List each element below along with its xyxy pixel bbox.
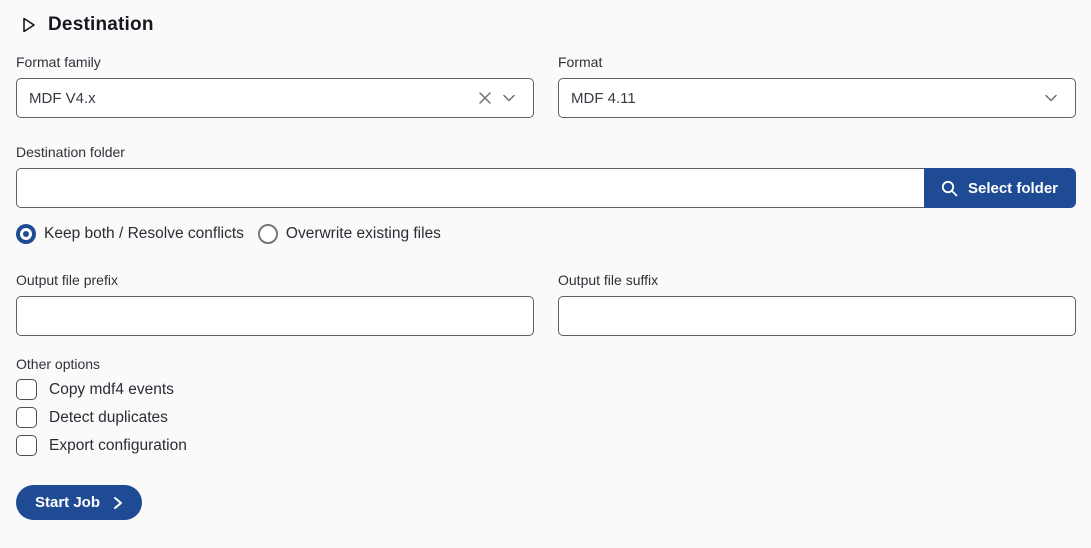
radio-overwrite-label: Overwrite existing files [286, 225, 441, 243]
format-label: Format [558, 54, 1076, 70]
radio-overwrite[interactable]: Overwrite existing files [258, 224, 441, 244]
other-options-group: Other options Copy mdf4 events Detect du… [16, 356, 1076, 456]
clear-icon[interactable] [473, 86, 497, 110]
format-field: Format MDF 4.11 [558, 54, 1076, 118]
checkbox-icon[interactable] [16, 379, 37, 400]
output-prefix-label: Output file prefix [16, 272, 534, 288]
checkbox-icon[interactable] [16, 407, 37, 428]
checkbox-copy-mdf4-events-label: Copy mdf4 events [49, 381, 174, 399]
format-family-value: MDF V4.x [29, 90, 473, 107]
other-options-label: Other options [16, 356, 1076, 372]
magnifier-icon [940, 179, 959, 198]
chevron-right-icon [111, 496, 125, 510]
format-row: Format family MDF V4.x Format MDF 4.11 [16, 54, 1076, 118]
section-title: Destination [48, 14, 154, 36]
radio-selected-icon[interactable] [16, 224, 36, 244]
format-select[interactable]: MDF 4.11 [558, 78, 1076, 118]
checkbox-detect-duplicates[interactable]: Detect duplicates [16, 407, 1076, 428]
chevron-down-icon[interactable] [497, 86, 521, 110]
radio-keep-both[interactable]: Keep both / Resolve conflicts [16, 224, 244, 244]
output-prefix-input[interactable] [16, 296, 534, 336]
checkbox-icon[interactable] [16, 435, 37, 456]
collapse-triangle-icon[interactable] [22, 17, 36, 33]
select-folder-button[interactable]: Select folder [924, 168, 1076, 208]
checkbox-copy-mdf4-events[interactable]: Copy mdf4 events [16, 379, 1076, 400]
output-suffix-field: Output file suffix [558, 272, 1076, 336]
checkbox-export-configuration-label: Export configuration [49, 437, 187, 455]
destination-folder-label: Destination folder [16, 144, 1076, 160]
radio-keep-both-label: Keep both / Resolve conflicts [44, 225, 244, 243]
radio-unselected-icon[interactable] [258, 224, 278, 244]
destination-folder-input[interactable] [16, 168, 924, 208]
section-header: Destination [16, 12, 1076, 54]
start-job-button[interactable]: Start Job [16, 485, 142, 520]
output-prefix-field: Output file prefix [16, 272, 534, 336]
start-job-label: Start Job [35, 494, 100, 511]
format-value: MDF 4.11 [571, 90, 1039, 107]
format-family-select[interactable]: MDF V4.x [16, 78, 534, 118]
chevron-down-icon[interactable] [1039, 86, 1063, 110]
output-suffix-input[interactable] [558, 296, 1076, 336]
destination-folder-field: Destination folder Select folder [16, 144, 1076, 208]
prefix-suffix-row: Output file prefix Output file suffix [16, 272, 1076, 336]
output-suffix-label: Output file suffix [558, 272, 1076, 288]
select-folder-label: Select folder [968, 180, 1058, 197]
format-family-label: Format family [16, 54, 534, 70]
destination-section: Destination Format family MDF V4.x [0, 0, 1091, 520]
conflict-options: Keep both / Resolve conflicts Overwrite … [16, 224, 1076, 244]
format-family-field: Format family MDF V4.x [16, 54, 534, 118]
checkbox-export-configuration[interactable]: Export configuration [16, 435, 1076, 456]
destination-folder-row: Select folder [16, 168, 1076, 208]
checkbox-detect-duplicates-label: Detect duplicates [49, 409, 168, 427]
